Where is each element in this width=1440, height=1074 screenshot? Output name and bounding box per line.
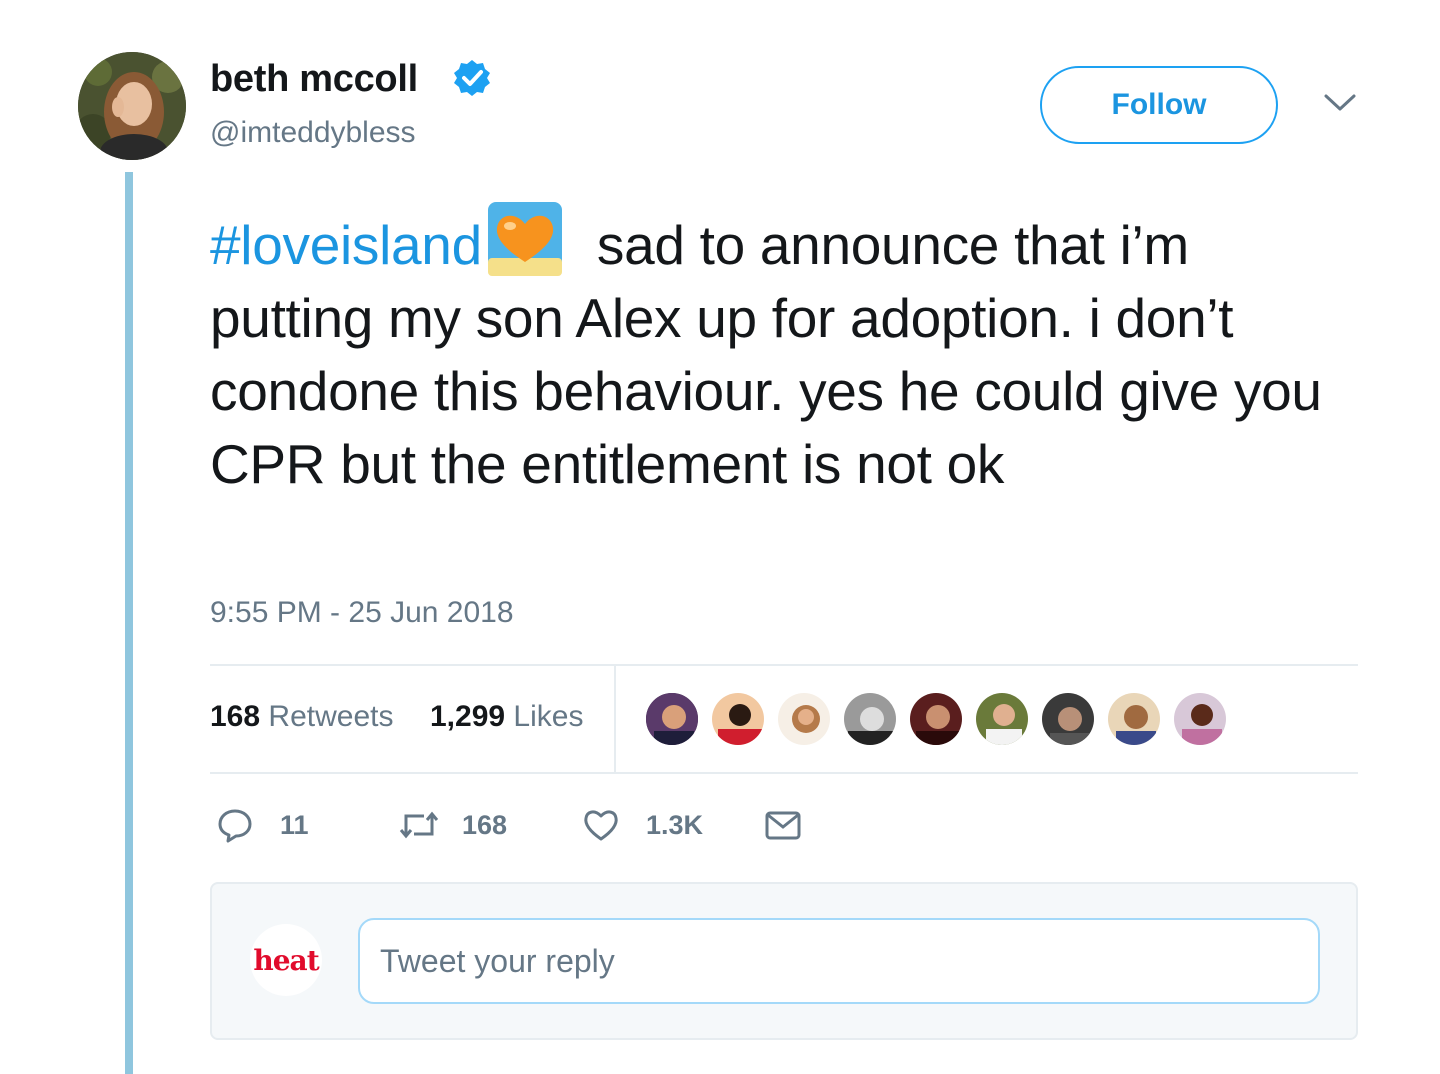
- retweets-stat-count: 168: [210, 700, 261, 733]
- likes-stat[interactable]: 1,299 Likes: [430, 700, 583, 734]
- liker-avatar[interactable]: [974, 691, 1030, 747]
- chevron-down-icon[interactable]: [1322, 92, 1358, 114]
- liker-avatar[interactable]: [1106, 691, 1162, 747]
- stats-divider: [614, 666, 616, 774]
- likes-stat-count: 1,299: [430, 700, 506, 733]
- retweet-icon[interactable]: [398, 806, 440, 844]
- author-name[interactable]: beth mccoll: [210, 58, 418, 101]
- divider-top: [210, 664, 1358, 666]
- retweet-count: 168: [462, 810, 508, 840]
- reply-avatar: heat: [250, 924, 322, 996]
- liker-avatar[interactable]: [1172, 691, 1228, 747]
- hashtag-link[interactable]: #loveisland: [210, 214, 482, 276]
- divider-bottom: [210, 772, 1358, 774]
- verified-badge-icon: [452, 58, 492, 98]
- reply-input[interactable]: Tweet your reply: [358, 918, 1320, 1004]
- liker-avatar[interactable]: [908, 691, 964, 747]
- retweets-stat[interactable]: 168 Retweets: [210, 700, 393, 734]
- thread-line: [125, 172, 133, 1074]
- liker-avatar[interactable]: [776, 691, 832, 747]
- envelope-icon[interactable]: [764, 806, 802, 844]
- retweets-stat-label: Retweets: [268, 700, 394, 733]
- liker-avatar[interactable]: [710, 691, 766, 747]
- reply-count: 11: [280, 810, 309, 840]
- reply-icon[interactable]: [216, 806, 254, 844]
- likes-stat-label: Likes: [513, 700, 584, 733]
- orange-heart-emoji-icon: [486, 200, 564, 278]
- tweet-text-line1: sad to announce that i’m: [581, 214, 1189, 276]
- like-count: 1.3K: [646, 810, 704, 840]
- tweet-text: #loveisland sad to announce that i’m put…: [210, 200, 1360, 501]
- liker-avatar[interactable]: [644, 691, 700, 747]
- liker-avatar[interactable]: [842, 691, 898, 747]
- follow-button[interactable]: Follow: [1040, 66, 1278, 144]
- author-handle[interactable]: @imteddybless: [210, 116, 416, 150]
- author-avatar[interactable]: [78, 52, 186, 160]
- tweet-timestamp[interactable]: 9:55 PM - 25 Jun 2018: [210, 596, 514, 630]
- heart-icon[interactable]: [582, 806, 620, 844]
- liker-avatar[interactable]: [1040, 691, 1096, 747]
- tweet-text-body: putting my son Alex up for adoption. i d…: [210, 287, 1322, 495]
